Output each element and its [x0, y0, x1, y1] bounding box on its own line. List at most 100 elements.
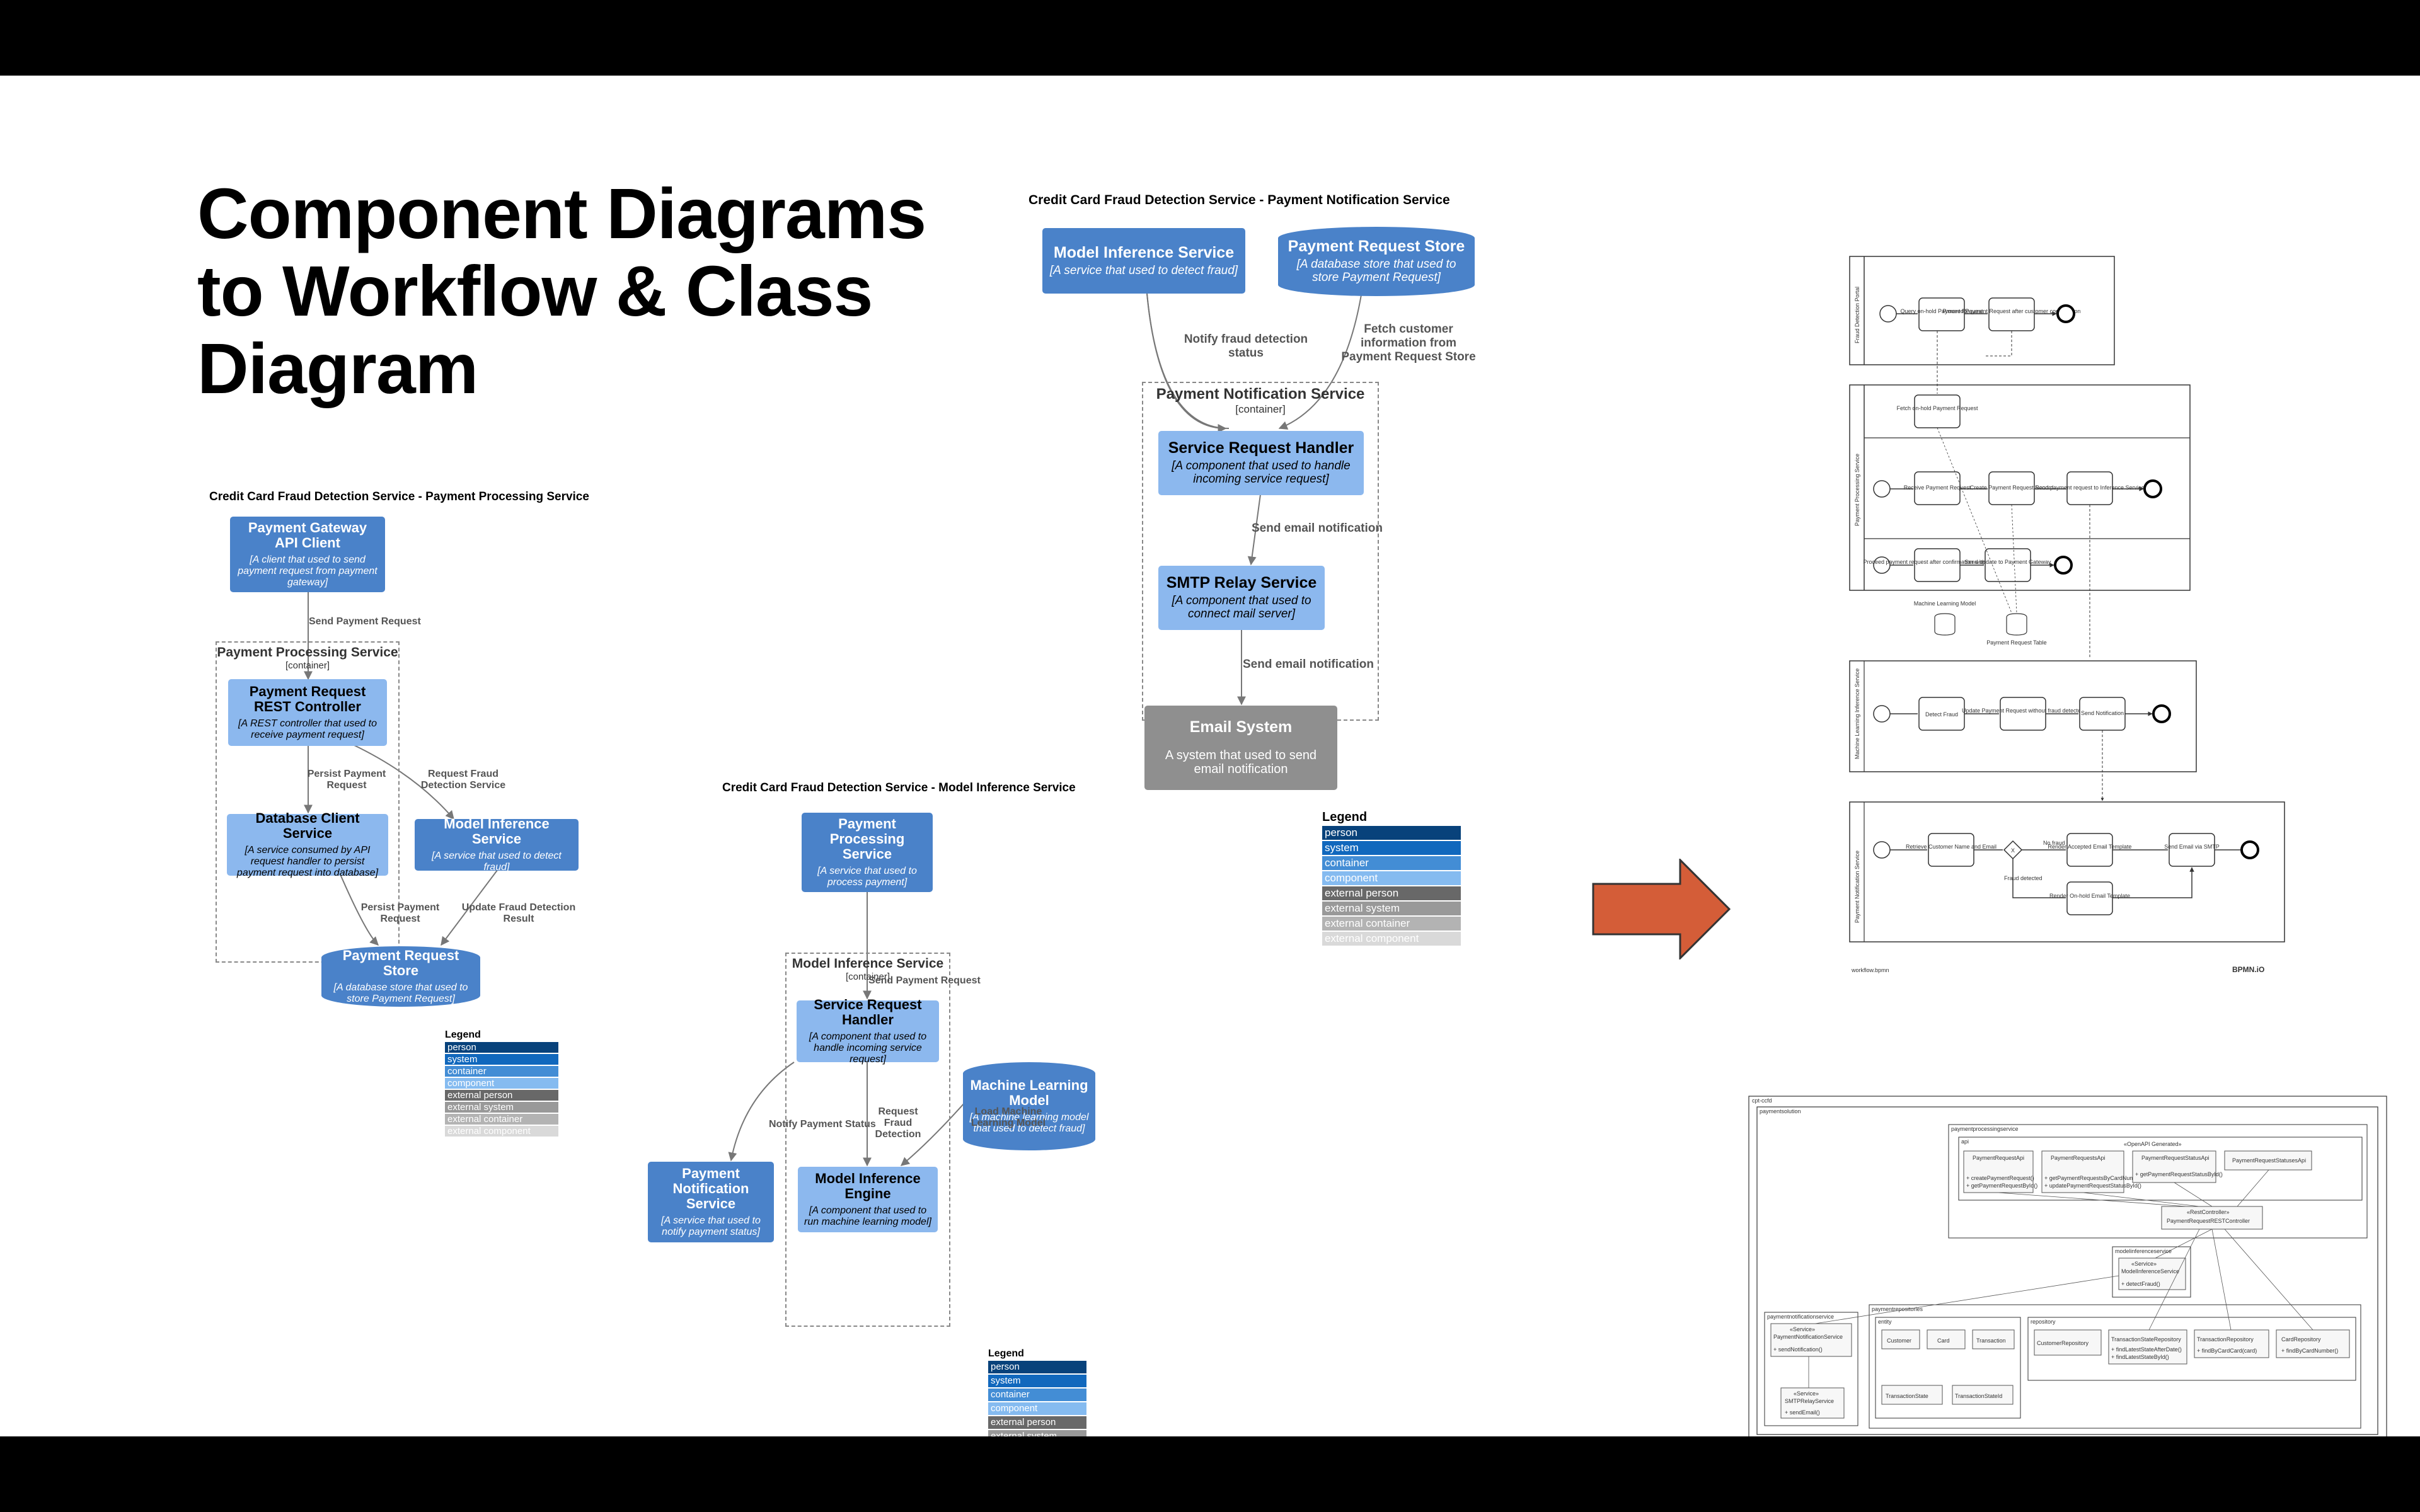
d3-legend-container: container — [988, 1389, 1086, 1401]
bpmn-lane-label-2: Payment Processing Service — [1854, 454, 1860, 526]
cls-entity-5: TransactionStateId — [1955, 1393, 2002, 1399]
cls-repo-1: CustomerRepository — [2037, 1340, 2089, 1346]
cls-repo-method-3: + findByCardCard(card) — [2197, 1348, 2257, 1354]
cls-repo-2: TransactionStateRepository — [2111, 1336, 2181, 1343]
cls-entity-2: Card — [1937, 1337, 1950, 1344]
d3-label-send: Send Payment Request — [868, 975, 981, 986]
d3-legend-person: person — [988, 1361, 1086, 1373]
cls-api-method-1: + createPaymentRequest() — [1966, 1175, 2034, 1181]
bpmn-lane-label-1: Fraud Detection Portal — [1854, 287, 1860, 343]
d1-legend: Legend person system container component… — [445, 1029, 558, 1138]
d1-label-update: Update Fraud Detection Result — [461, 902, 576, 924]
cls-smtp: SMTPRelayService — [1785, 1398, 1834, 1404]
bpmn-footer-left: workflow.bpmn — [1851, 967, 1889, 973]
bpmn-pool-notification: Payment Notification Service Retrieve Cu… — [1849, 801, 2285, 942]
cls-entity-1: Customer — [1887, 1337, 1911, 1344]
transform-arrow-icon — [1592, 859, 1731, 959]
d2-smtp-name: SMTP Relay Service — [1166, 574, 1317, 592]
cls-controller-stereo: «RestController» — [2187, 1209, 2230, 1215]
bpmn-lane-label-3: Machine Learning Inference Service — [1854, 668, 1860, 759]
d2-email-box[interactable]: Email System A system that used to send … — [1144, 706, 1337, 790]
d1-inference-box[interactable]: Model Inference Service [A service that … — [415, 816, 579, 873]
d1-dbclient-desc: [A service consumed by API request handl… — [236, 845, 379, 878]
d1-label-persist1: Persist Payment Request — [307, 769, 386, 791]
d2-email-name: Email System — [1189, 718, 1293, 736]
d2-legend-ext-person: external person — [1322, 886, 1461, 900]
bpmn-task-detect: Detect Fraud — [1925, 711, 1958, 718]
d2-handler-name: Service Request Handler — [1168, 439, 1354, 457]
bpmn-task-fetch: Fetch on-hold Payment Request — [1896, 405, 1978, 411]
d2-label-send1: Send email notification — [1252, 522, 1383, 535]
d3-handler-box[interactable]: Service Request Handler [A component tha… — [797, 997, 939, 1065]
d1-controller-name: Payment Request REST Controller — [249, 684, 366, 714]
d2-inference-box[interactable]: Model Inference Service [A service that … — [1042, 228, 1245, 294]
d3-handler-desc: [A component that used to handle incomin… — [809, 1031, 927, 1065]
d1-store-db[interactable]: Payment Request Store [A database store … — [321, 946, 480, 1007]
d2-label-fetch: Fetch customer information from Payment … — [1341, 323, 1476, 364]
d2-handler-box[interactable]: Service Request Handler [A component tha… — [1158, 431, 1364, 495]
bpmn-label-fraud: Fraud detected — [2004, 875, 2043, 881]
d2-legend-person: person — [1322, 826, 1461, 840]
d3-notification-box[interactable]: Payment Notification Service [A service … — [648, 1162, 774, 1242]
d3-processing-name: Payment Processing Service — [829, 816, 905, 862]
d1-gateway-name: Payment Gateway API Client — [248, 520, 367, 551]
d2-store-db[interactable]: Payment Request Store [A database store … — [1278, 227, 1475, 296]
d2-title: Credit Card Fraud Detection Service - Pa… — [1028, 193, 1450, 207]
d2-legend: Legend person system container component… — [1322, 810, 1461, 947]
class-diagram: cpt-ccfd paymentsolution paymentprocessi… — [1748, 1096, 2387, 1436]
cls-pkg-repositories: paymentrepositories — [1872, 1306, 1923, 1312]
d3-label-load: Load Machine Learning Model — [971, 1106, 1046, 1128]
d1-label-fraud: Request Fraud Detection Service — [420, 769, 506, 791]
cls-controller: PaymentRequestRESTController — [2167, 1218, 2250, 1224]
d1-controller-desc: [A REST controller that used to receive … — [238, 718, 377, 740]
d2-legend-ext-system: external system — [1322, 902, 1461, 915]
d3-legend-component: component — [988, 1402, 1086, 1415]
d1-store-desc: [A database store that used to store Pay… — [333, 982, 468, 1004]
cls-api-class-1: PaymentRequestApi — [1973, 1155, 2024, 1161]
cls-api-class-3: PaymentRequestStatusApi — [2141, 1155, 2210, 1161]
cls-smtp-stereo: «Service» — [1794, 1390, 1819, 1397]
d1-label-persist2: Persist Payment Request — [360, 902, 440, 924]
d2-boundary-name: Payment Notification Service — [1156, 386, 1365, 403]
d3-legend-ext-system: external system — [988, 1430, 1086, 1436]
bpmn-lane-label-4: Payment Notification Service — [1854, 850, 1860, 923]
cls-notification: PaymentNotificationService — [1773, 1334, 1843, 1340]
cls-pkg-api: api — [1961, 1138, 1969, 1145]
bpmn-task-update: Update Payment Request without fraud det… — [1962, 707, 2084, 714]
d2-label-send2: Send email notification — [1243, 658, 1374, 671]
d3-title: Credit Card Fraud Detection Service - Mo… — [722, 781, 1076, 794]
d2-legend-component: component — [1322, 871, 1461, 885]
d1-inference-name: Model Inference Service — [444, 816, 550, 847]
d2-legend-title: Legend — [1322, 810, 1368, 824]
d3-processing-desc: [A service that used to process payment] — [817, 866, 917, 888]
cls-api-method-5: + getPaymentRequestStatusById() — [2135, 1171, 2223, 1177]
cls-pkg-label: paymentsolution — [1760, 1108, 1801, 1114]
d1-controller-box[interactable]: Payment Request REST Controller [A REST … — [228, 679, 387, 746]
d2-smtp-box[interactable]: SMTP Relay Service [A component that use… — [1158, 566, 1325, 630]
d1-store-name: Payment Request Store — [342, 948, 459, 978]
bpmn-store-payment: Payment Request Table — [1986, 639, 2046, 646]
d3-label-notify: Notify Payment Status — [769, 1119, 876, 1130]
cls-pkg-notification: paymentnotificationservice — [1767, 1314, 1834, 1320]
cls-repo-4: CardRepository — [2281, 1336, 2321, 1343]
bpmn-task-send-email: Send Email via SMTP — [2164, 844, 2220, 850]
d3-engine-box[interactable]: Model Inference Engine [A component that… — [798, 1167, 938, 1232]
d3-notification-name: Payment Notification Service — [672, 1166, 749, 1211]
bpmn-task-render-accepted: Render Accepted Email Template — [2048, 844, 2132, 850]
cls-entity-3: Transaction — [1976, 1337, 2006, 1344]
bpmn-task-retrieve: Retrieve Customer Name and Email — [1906, 844, 1997, 850]
d1-dbclient-box[interactable]: Database Client Service [A service consu… — [227, 810, 388, 878]
d1-dbclient-name: Database Client Service — [255, 810, 360, 841]
bpmn-pool-payment-processing: Payment Processing Service Fetch on-hold… — [1849, 331, 2191, 591]
d1-gateway-box[interactable]: Payment Gateway API Client [A client tha… — [230, 517, 385, 592]
cls-api-method-4: + updatePaymentRequestStatusById() — [2044, 1183, 2141, 1189]
d2-label-notify: Notify fraud detection status — [1184, 333, 1308, 360]
d1-legend-ext-system: external system — [445, 1102, 558, 1113]
d3-label-fraud: Request Fraud Detection — [875, 1106, 921, 1140]
d2-inference-name: Model Inference Service — [1053, 243, 1235, 261]
cls-pkg-processing: paymentprocessingservice — [1951, 1126, 2019, 1132]
d2-store-desc: [A database store that used to store Pay… — [1296, 258, 1456, 284]
cls-inference: ModelInferenceService — [2121, 1268, 2179, 1274]
d3-processing-box[interactable]: Payment Processing Service [A service th… — [802, 813, 933, 892]
d3-notification-desc: [A service that used to notify payment s… — [661, 1215, 761, 1237]
